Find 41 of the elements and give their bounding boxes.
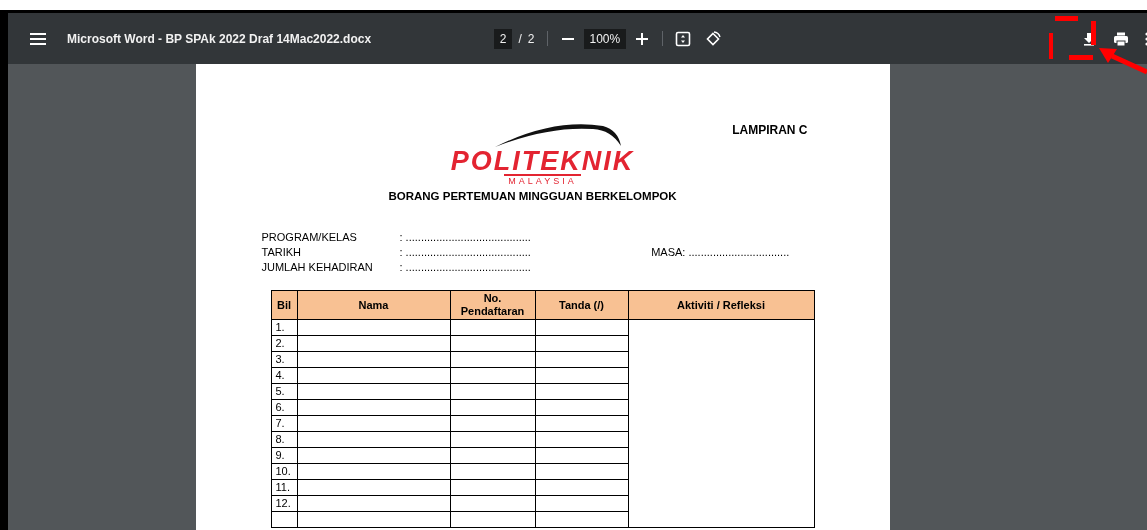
logo-subtitle: MALAYSIA (504, 174, 581, 186)
fill-in-line: : ......................................... (399, 261, 532, 274)
row-number-cell: 11. (271, 479, 297, 496)
annotation-arrow (1099, 48, 1147, 75)
zoom-in-icon[interactable] (634, 30, 651, 47)
page-number-field[interactable]: 2 (493, 28, 513, 49)
row-number-cell: 8. (271, 431, 297, 448)
column-header: Aktiviti / Refleksi (628, 290, 814, 320)
column-header: Bil (271, 290, 297, 320)
column-header: Nama (297, 290, 450, 320)
appendix-label: LAMPIRAN C (732, 123, 808, 137)
row-number-cell: 2. (271, 335, 297, 352)
page-separator: / (518, 31, 522, 46)
field-label: JUMLAH KEHADIRAN (261, 261, 374, 274)
row-number-cell: 4. (271, 367, 297, 384)
column-header: No. Pendaftaran (450, 290, 535, 320)
document-title: Microsoft Word - BP SPAk 2022 Draf 14Mac2022.docx (67, 31, 372, 46)
row-number-cell: 6. (271, 399, 297, 416)
field-label: PROGRAM/KELAS (261, 231, 358, 244)
annotation-box (1049, 16, 1096, 60)
zoom-field[interactable]: 100% (583, 28, 627, 49)
row-number-cell: 9. (271, 447, 297, 464)
download-icon[interactable] (1081, 30, 1097, 47)
row-number-cell: 1. (271, 319, 297, 336)
column-header: Tanda (/) (535, 290, 628, 320)
field-label: TARIKH (261, 246, 303, 259)
fill-in-line: : ......................................... (399, 246, 532, 259)
print-icon[interactable] (1113, 30, 1129, 47)
row-number-cell: 10. (271, 463, 297, 480)
row-number-cell: 5. (271, 383, 297, 400)
logo-name: POLITEKNIK (450, 148, 635, 174)
fill-in-line: : ......................................... (399, 231, 532, 244)
row-number-cell: 7. (271, 415, 297, 432)
row-number-cell: 12. (271, 495, 297, 512)
menu-icon[interactable] (30, 32, 46, 45)
rotate-icon[interactable] (705, 30, 722, 47)
time-fill-in-line: MASA: ................................. (651, 246, 791, 259)
form-heading: BORANG PERTEMUAN MINGGUAN BERKELOMPOK (387, 190, 678, 202)
fit-page-icon[interactable] (675, 30, 692, 47)
row-number-cell: 3. (271, 351, 297, 368)
page-total: 2 (527, 31, 535, 46)
